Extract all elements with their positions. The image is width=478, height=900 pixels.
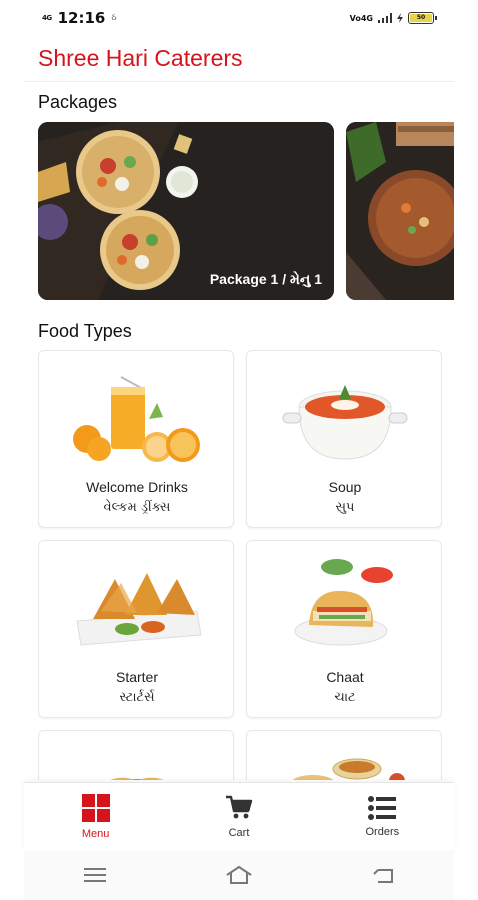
menu-icon[interactable] — [83, 867, 106, 883]
list-icon — [368, 795, 397, 820]
app-header: Shree Hari Caterers — [24, 36, 454, 82]
cart-icon — [225, 795, 253, 818]
starter-image — [76, 573, 202, 646]
chaat-image — [294, 559, 393, 646]
food-type-name-gu: સુપ — [335, 500, 355, 515]
charging-icon — [397, 13, 403, 23]
volte-indicator: Vo4G — [349, 13, 373, 23]
package-label: Package 1 / મેનુ 1 — [209, 271, 322, 287]
food-type-name-en: Soup — [328, 479, 362, 495]
welcome-drinks-image — [73, 376, 200, 462]
food-type-card[interactable] — [38, 730, 234, 780]
food-types-grid: Welcome Drinks વેલ્કમ ડ્રીંક્સ Soup સુપ — [38, 350, 442, 780]
food-type-name-en: Chaat — [326, 669, 364, 685]
package-card[interactable]: Package 1 / મેનુ 1 — [38, 122, 334, 300]
bottom-navigation: Menu Cart Orders — [24, 782, 454, 850]
food-type-name-gu: સ્ટાર્ટર્સ — [119, 690, 155, 705]
signal-icon — [378, 13, 392, 23]
food-type-card[interactable]: Soup સુપ — [246, 350, 442, 528]
food-type-name-en: Starter — [115, 669, 158, 685]
nav-cart[interactable]: Cart — [167, 783, 310, 850]
package-image — [346, 122, 454, 300]
grid-icon — [81, 793, 110, 822]
noodles-image — [110, 777, 164, 780]
package-card[interactable] — [346, 122, 454, 300]
app-title: Shree Hari Caterers — [38, 45, 243, 71]
status-notification: ઠ — [111, 13, 117, 23]
nav-menu[interactable]: Menu — [24, 783, 167, 850]
food-type-card[interactable]: Chaat ચાટ — [246, 540, 442, 718]
nav-cart-label: Cart — [228, 826, 250, 839]
food-type-card[interactable]: Welcome Drinks વેલ્કમ ડ્રીંક્સ — [38, 350, 234, 528]
nav-orders-label: Orders — [365, 825, 400, 838]
app-screen: 4G 12:16 ઠ Vo4G 50 Shree Hari Caterers P… — [24, 0, 454, 900]
nav-menu-label: Menu — [81, 827, 110, 840]
nav-orders[interactable]: Orders — [311, 783, 454, 850]
network-indicator: 4G — [42, 13, 52, 22]
packages-title: Packages — [38, 92, 118, 112]
curry-image — [292, 758, 405, 780]
food-type-name-en: Welcome Drinks — [86, 479, 188, 495]
soup-image — [282, 385, 408, 460]
food-type-name-gu: વેલ્કમ ડ્રીંક્સ — [103, 500, 171, 515]
food-type-card[interactable]: Starter સ્ટાર્ટર્સ — [38, 540, 234, 718]
home-icon[interactable] — [225, 865, 253, 885]
battery-icon: 50 — [408, 12, 437, 24]
system-navigation-bar — [24, 850, 454, 900]
food-type-name-gu: ચાટ — [334, 690, 356, 705]
status-time: 12:16 — [57, 9, 106, 27]
back-icon[interactable] — [372, 866, 394, 884]
food-types-title: Food Types — [38, 321, 132, 341]
food-type-card[interactable] — [246, 730, 442, 780]
status-bar: 4G 12:16 ઠ Vo4G 50 — [24, 0, 454, 36]
packages-carousel[interactable]: Package 1 / મેનુ 1 — [38, 122, 454, 300]
battery-level: 50 — [410, 14, 432, 22]
